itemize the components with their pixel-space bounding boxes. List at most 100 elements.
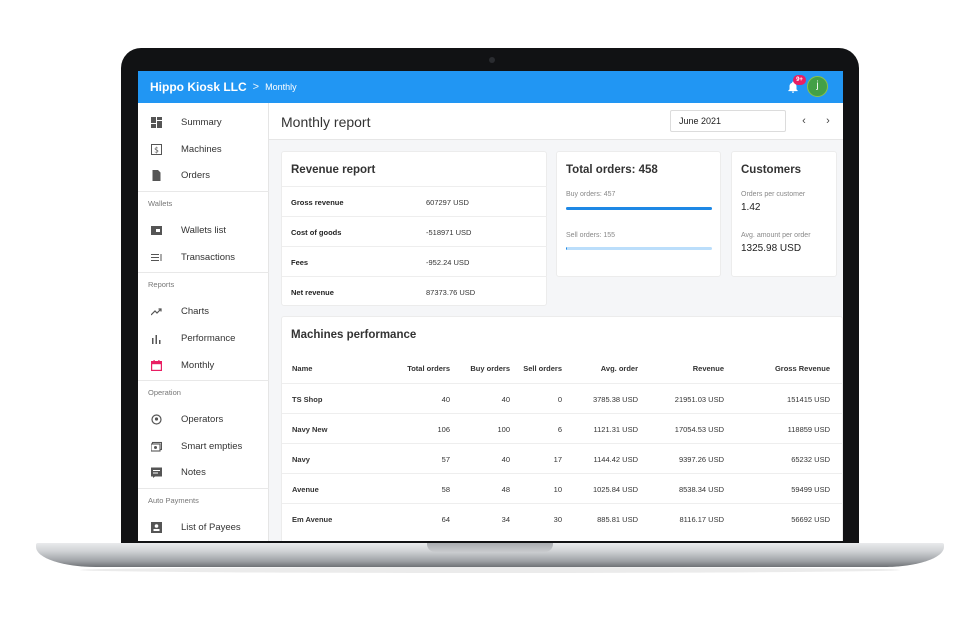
table-cell: 9397.26 USD: [678, 455, 724, 464]
table-cell: TS Shop: [292, 395, 323, 404]
sidebar-item-smart-empties[interactable]: Smart empties: [138, 435, 269, 457]
sidebar-divider: [138, 272, 269, 273]
sidebar-item-charts[interactable]: Charts: [138, 300, 269, 322]
sidebar-item-label: Orders: [181, 169, 211, 181]
revenue-row: Fees -952.24 USD: [282, 246, 547, 276]
customers-card: Customers Orders per customer 1.42 Avg. …: [731, 151, 837, 277]
avatar[interactable]: j: [807, 76, 828, 97]
sell-orders-bar: [566, 247, 712, 250]
section-wallets: Wallets: [148, 199, 173, 208]
table-cell: 17: [553, 455, 562, 464]
table-cell: 65232 USD: [791, 455, 830, 464]
sidebar-item-label: Charts: [181, 305, 209, 317]
next-month-button[interactable]: ›: [821, 113, 835, 129]
section-reports: Reports: [148, 280, 175, 289]
revenue-label: Gross revenue: [291, 198, 344, 207]
table-cell: 1025.84 USD: [592, 485, 638, 494]
orders-title: Total orders: 458: [566, 164, 658, 176]
orders-per-customer-value: 1.42: [741, 202, 761, 213]
table-cell: 40: [501, 455, 510, 464]
sidebar-item-performance[interactable]: Performance: [138, 327, 269, 349]
camera-icon: [489, 57, 495, 63]
table-cell: 64: [441, 515, 450, 524]
table-cell: 57: [441, 455, 450, 464]
table-row[interactable]: Em Avenue 64 34 30 885.81 USD 8116.17 USD 5669…: [282, 503, 843, 533]
table-cell: 56692 USD: [791, 515, 830, 524]
sidebar-item-label: List of Payees: [181, 521, 241, 533]
sidebar-item-label: Transactions: [181, 251, 236, 263]
sidebar-item-monthly[interactable]: Monthly: [138, 354, 269, 376]
month-picker[interactable]: June 2021: [670, 110, 786, 132]
table-cell: 59499 USD: [791, 485, 830, 494]
buy-orders-bar-fill: [566, 207, 712, 210]
sidebar-item-machines[interactable]: $ Machines: [138, 138, 269, 160]
sidebar-item-notes[interactable]: Notes: [138, 461, 269, 483]
sidebar-divider: [138, 191, 269, 192]
revenue-title: Revenue report: [291, 164, 376, 176]
table-cell: 151415 USD: [787, 395, 830, 404]
table-row[interactable]: Avenue 58 48 10 1025.84 USD 8538.34 USD 59499 …: [282, 473, 843, 503]
table-cell: 17054.53 USD: [674, 425, 724, 434]
machines-card: Machines performance Name Total orders B…: [281, 316, 843, 541]
table-cell: Navy: [292, 455, 310, 464]
table-cell: 1121.31 USD: [593, 425, 638, 434]
sidebar-item-label: Operators: [181, 413, 224, 425]
breadcrumb-separator: >: [252, 81, 260, 93]
table-cell: 30: [553, 515, 562, 524]
table-cell: 58: [441, 485, 450, 494]
table-cell: 34: [501, 515, 510, 524]
table-cell: Em Avenue: [292, 515, 333, 524]
breadcrumb-current: Monthly: [265, 82, 297, 92]
bar-chart-icon: [151, 333, 162, 344]
sidebar-divider: [138, 488, 269, 489]
column-header: Name: [292, 364, 313, 373]
column-header: Gross Revenue: [774, 364, 830, 373]
sell-orders-label: Sell orders: 155: [566, 232, 616, 239]
table-cell: 8538.34 USD: [678, 485, 724, 494]
calendar-icon: [151, 359, 162, 371]
laptop-screen: Hippo Kiosk LLC > Monthly 9+ j Summary $…: [138, 71, 843, 541]
section-operation: Operation: [148, 388, 181, 397]
avg-amount-label: Avg. amount per order: [741, 232, 811, 239]
table-cell: 3785.38 USD: [592, 395, 638, 404]
sidebar-item-transactions[interactable]: Transactions: [138, 246, 269, 268]
table-cell: 1144.42 USD: [593, 455, 638, 464]
sidebar-item-operators[interactable]: Operators: [138, 408, 269, 430]
column-header: Total orders: [407, 364, 450, 373]
sidebar-item-wallets-list[interactable]: Wallets list: [138, 219, 269, 241]
revenue-value: -952.24 USD: [426, 258, 470, 267]
buy-orders-label: Buy orders: 457: [566, 191, 616, 198]
column-header: Sell orders: [523, 364, 562, 373]
table-row[interactable]: Navy 57 40 17 1144.42 USD 9397.26 USD 65232 US…: [282, 443, 843, 473]
sidebar-item-label: Monthly: [181, 359, 215, 371]
table-cell: Avenue: [292, 485, 319, 494]
prev-month-button[interactable]: ‹: [797, 113, 811, 129]
revenue-value: -518971 USD: [426, 228, 472, 237]
svg-text:$: $: [154, 145, 159, 154]
list-icon: [151, 252, 162, 263]
sidebar-item-list-of-payees[interactable]: List of Payees: [138, 516, 269, 538]
customers-title: Customers: [741, 164, 802, 176]
column-header: Revenue: [692, 364, 724, 373]
sidebar-item-orders[interactable]: Orders: [138, 164, 269, 186]
sidebar-item-label: Machines: [181, 143, 222, 155]
table-cell: Navy New: [292, 425, 328, 434]
section-auto-payments: Auto Payments: [148, 496, 199, 505]
table-cell: 106: [437, 425, 450, 434]
sidebar-divider: [138, 380, 269, 381]
sidebar-item-summary[interactable]: Summary: [138, 111, 269, 133]
operator-icon: [151, 413, 162, 425]
table-row[interactable]: TS Shop 40 40 0 3785.38 USD 21951.03 USD 15141…: [282, 383, 843, 413]
table-cell: 100: [497, 425, 510, 434]
sidebar: Summary $ Machines Orders Wallets Wallet…: [138, 103, 269, 541]
table-cell: 6: [557, 425, 562, 434]
revenue-label: Net revenue: [291, 288, 334, 297]
table-row[interactable]: Navy New 106 100 6 1121.31 USD 17054.53 USD 11…: [282, 413, 843, 443]
table-cell: 48: [501, 485, 510, 494]
trend-icon: [151, 306, 162, 317]
sidebar-item-label: Wallets list: [181, 224, 227, 236]
revenue-label: Fees: [291, 258, 309, 267]
revenue-row: Gross revenue 607297 USD: [282, 186, 547, 216]
column-header: Buy orders: [470, 364, 510, 373]
company-name[interactable]: Hippo Kiosk LLC: [150, 80, 247, 94]
